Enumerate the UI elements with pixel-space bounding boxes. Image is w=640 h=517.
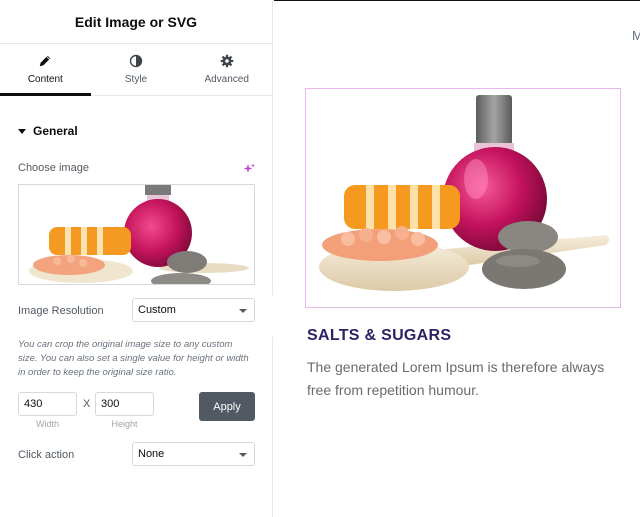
tab-style[interactable]: Style — [91, 44, 182, 95]
height-value: 300 — [101, 398, 120, 410]
ai-sparkle-icon[interactable] — [243, 163, 255, 175]
apply-button[interactable]: Apply — [199, 392, 255, 421]
choose-image-label: Choose image — [18, 162, 89, 174]
image-resolution-label: Image Resolution — [18, 305, 104, 317]
height-label: Height — [111, 419, 138, 429]
product-heading: SALTS & SUGARS — [307, 327, 452, 344]
caret-down-icon — [18, 128, 26, 134]
gear-icon — [220, 54, 233, 68]
tab-style-label: Style — [124, 74, 148, 85]
tab-advanced[interactable]: Advanced — [181, 44, 272, 95]
pencil-icon — [40, 55, 51, 67]
product-image — [319, 95, 609, 291]
selected-image-widget[interactable] — [305, 88, 621, 308]
chevron-down-icon — [239, 309, 247, 313]
resolution-help-text: You can crop the original image size to … — [18, 339, 249, 378]
height-input[interactable]: 300 — [95, 392, 154, 416]
tab-content[interactable]: Content — [0, 44, 91, 96]
panel-tabs: Content Style Advanced — [0, 44, 272, 96]
width-label: Width — [35, 419, 59, 429]
width-value: 430 — [24, 398, 43, 410]
dimension-separator: X — [83, 398, 91, 410]
panel-title: Edit Image or SVG — [74, 13, 198, 30]
tab-advanced-label: Advanced — [204, 74, 249, 85]
contrast-icon — [129, 54, 143, 68]
click-action-label: Click action — [18, 449, 75, 461]
panel-header: Edit Image or SVG — [0, 0, 272, 44]
chevron-down-icon — [239, 453, 247, 457]
product-thumbnail — [29, 185, 249, 284]
section-general-toggle[interactable]: General — [18, 124, 78, 138]
nav-menu-fragment[interactable]: M — [632, 28, 640, 43]
image-resolution-select[interactable]: Custom — [132, 298, 255, 322]
width-input[interactable]: 430 — [18, 392, 77, 416]
image-preview[interactable] — [18, 184, 255, 285]
canvas-top-divider — [274, 0, 640, 1]
image-resolution-value: Custom — [138, 304, 176, 316]
product-description: The generated Lorem Ipsum is therefore a… — [307, 359, 605, 398]
section-general-title: General — [33, 124, 78, 138]
editor-panel: Edit Image or SVG Content Style Advanced… — [0, 0, 273, 517]
click-action-select[interactable]: None — [132, 442, 255, 466]
tab-content-label: Content — [27, 74, 63, 85]
click-action-value: None — [138, 448, 165, 460]
